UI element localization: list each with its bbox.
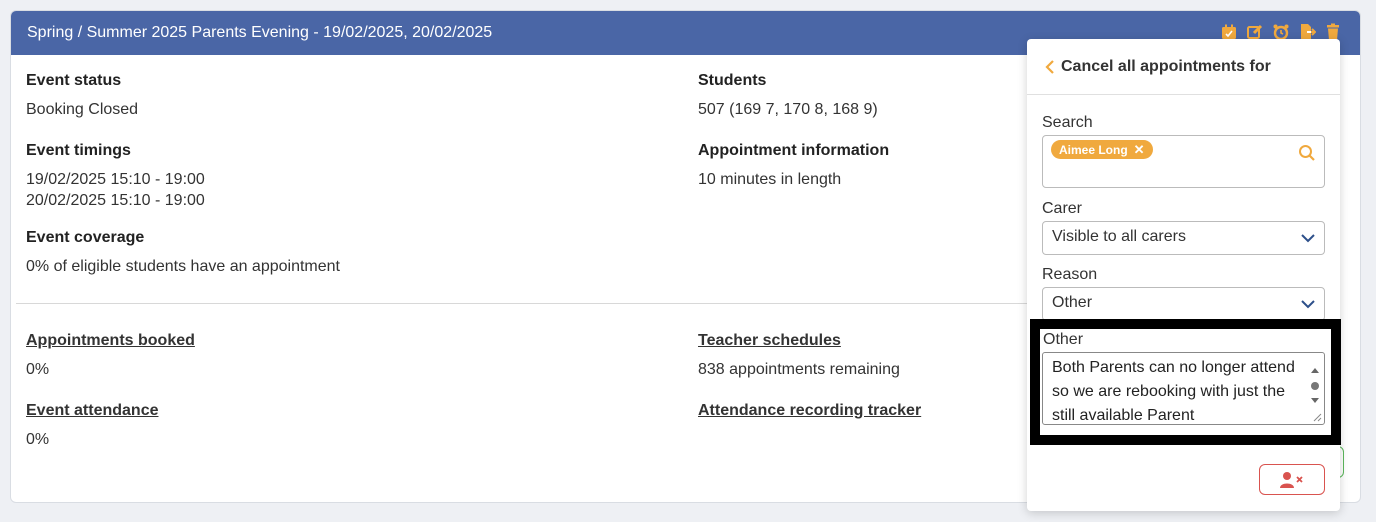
event-timings-field: Event timings 19/02/2025 15:10 - 19:00 2…: [26, 140, 205, 211]
search-icon[interactable]: [1298, 144, 1316, 162]
teacher-schedules-value: 838 appointments remaining: [698, 361, 900, 378]
appointment-info-field: Appointment information 10 minutes in le…: [698, 140, 889, 190]
event-timing-line: 19/02/2025 15:10 - 19:00: [26, 171, 205, 188]
selected-person-chip: Aimee Long ✕: [1051, 140, 1153, 159]
teacher-schedules-field: Teacher schedules 838 appointments remai…: [698, 330, 900, 380]
carer-select-value: Visible to all carers: [1052, 228, 1186, 245]
reason-label: Reason: [1042, 266, 1098, 283]
event-status-value: Booking Closed: [26, 101, 139, 118]
appointments-booked-link[interactable]: Appointments booked: [26, 330, 195, 351]
event-title: Spring / Summer 2025 Parents Evening - 1…: [27, 24, 493, 41]
user-remove-icon: [1280, 471, 1303, 488]
event-coverage-field: Event coverage 0% of eligible students h…: [26, 227, 340, 277]
chip-remove-icon[interactable]: ✕: [1134, 142, 1145, 158]
appointments-booked-field: Appointments booked 0%: [26, 330, 195, 380]
event-attendance-field: Event attendance 0%: [26, 400, 158, 450]
chevron-down-icon: [1301, 234, 1315, 243]
search-input[interactable]: Aimee Long ✕: [1042, 135, 1325, 188]
chevron-left-icon[interactable]: [1043, 58, 1057, 76]
panel-title: Cancel all appointments for: [1061, 57, 1271, 75]
students-field: Students 507 (169 7, 170 8, 168 9): [698, 70, 878, 120]
cancel-appointments-button[interactable]: [1259, 464, 1325, 495]
reason-select[interactable]: Other: [1042, 287, 1325, 321]
event-attendance-value: 0%: [26, 431, 50, 448]
reason-select-value: Other: [1052, 294, 1093, 311]
event-coverage-value: 0% of eligible students have an appointm…: [26, 258, 340, 275]
students-value: 507 (169 7, 170 8, 168 9): [698, 101, 878, 118]
appointment-info-value: 10 minutes in length: [698, 171, 842, 188]
panel-header: Cancel all appointments for: [1027, 39, 1340, 95]
other-reason-text: Both Parents can no longer attend so we …: [1052, 359, 1295, 424]
carer-select[interactable]: Visible to all carers: [1042, 221, 1325, 255]
other-reason-textarea[interactable]: Both Parents can no longer attend so we …: [1042, 352, 1325, 425]
event-status-label: Event status: [26, 72, 122, 89]
appointment-info-label: Appointment information: [698, 142, 890, 159]
students-label: Students: [698, 72, 767, 89]
event-timing-line: 20/02/2025 15:10 - 19:00: [26, 192, 205, 209]
event-attendance-link[interactable]: Event attendance: [26, 400, 158, 421]
event-status-field: Event status Booking Closed: [26, 70, 138, 120]
appointments-booked-value: 0%: [26, 361, 50, 378]
chevron-down-icon: [1301, 300, 1315, 309]
carer-label: Carer: [1042, 200, 1083, 217]
attendance-tracker-field: Attendance recording tracker: [698, 400, 921, 421]
search-label: Search: [1042, 114, 1093, 131]
event-coverage-label: Event coverage: [26, 229, 145, 246]
scrollbar[interactable]: [1308, 359, 1322, 409]
resize-handle-icon[interactable]: [1312, 412, 1322, 422]
chip-label: Aimee Long: [1059, 142, 1128, 157]
event-timings-label: Event timings: [26, 142, 131, 159]
other-label: Other: [1043, 331, 1084, 348]
teacher-schedules-link[interactable]: Teacher schedules: [698, 330, 900, 351]
attendance-tracker-link[interactable]: Attendance recording tracker: [698, 400, 921, 421]
